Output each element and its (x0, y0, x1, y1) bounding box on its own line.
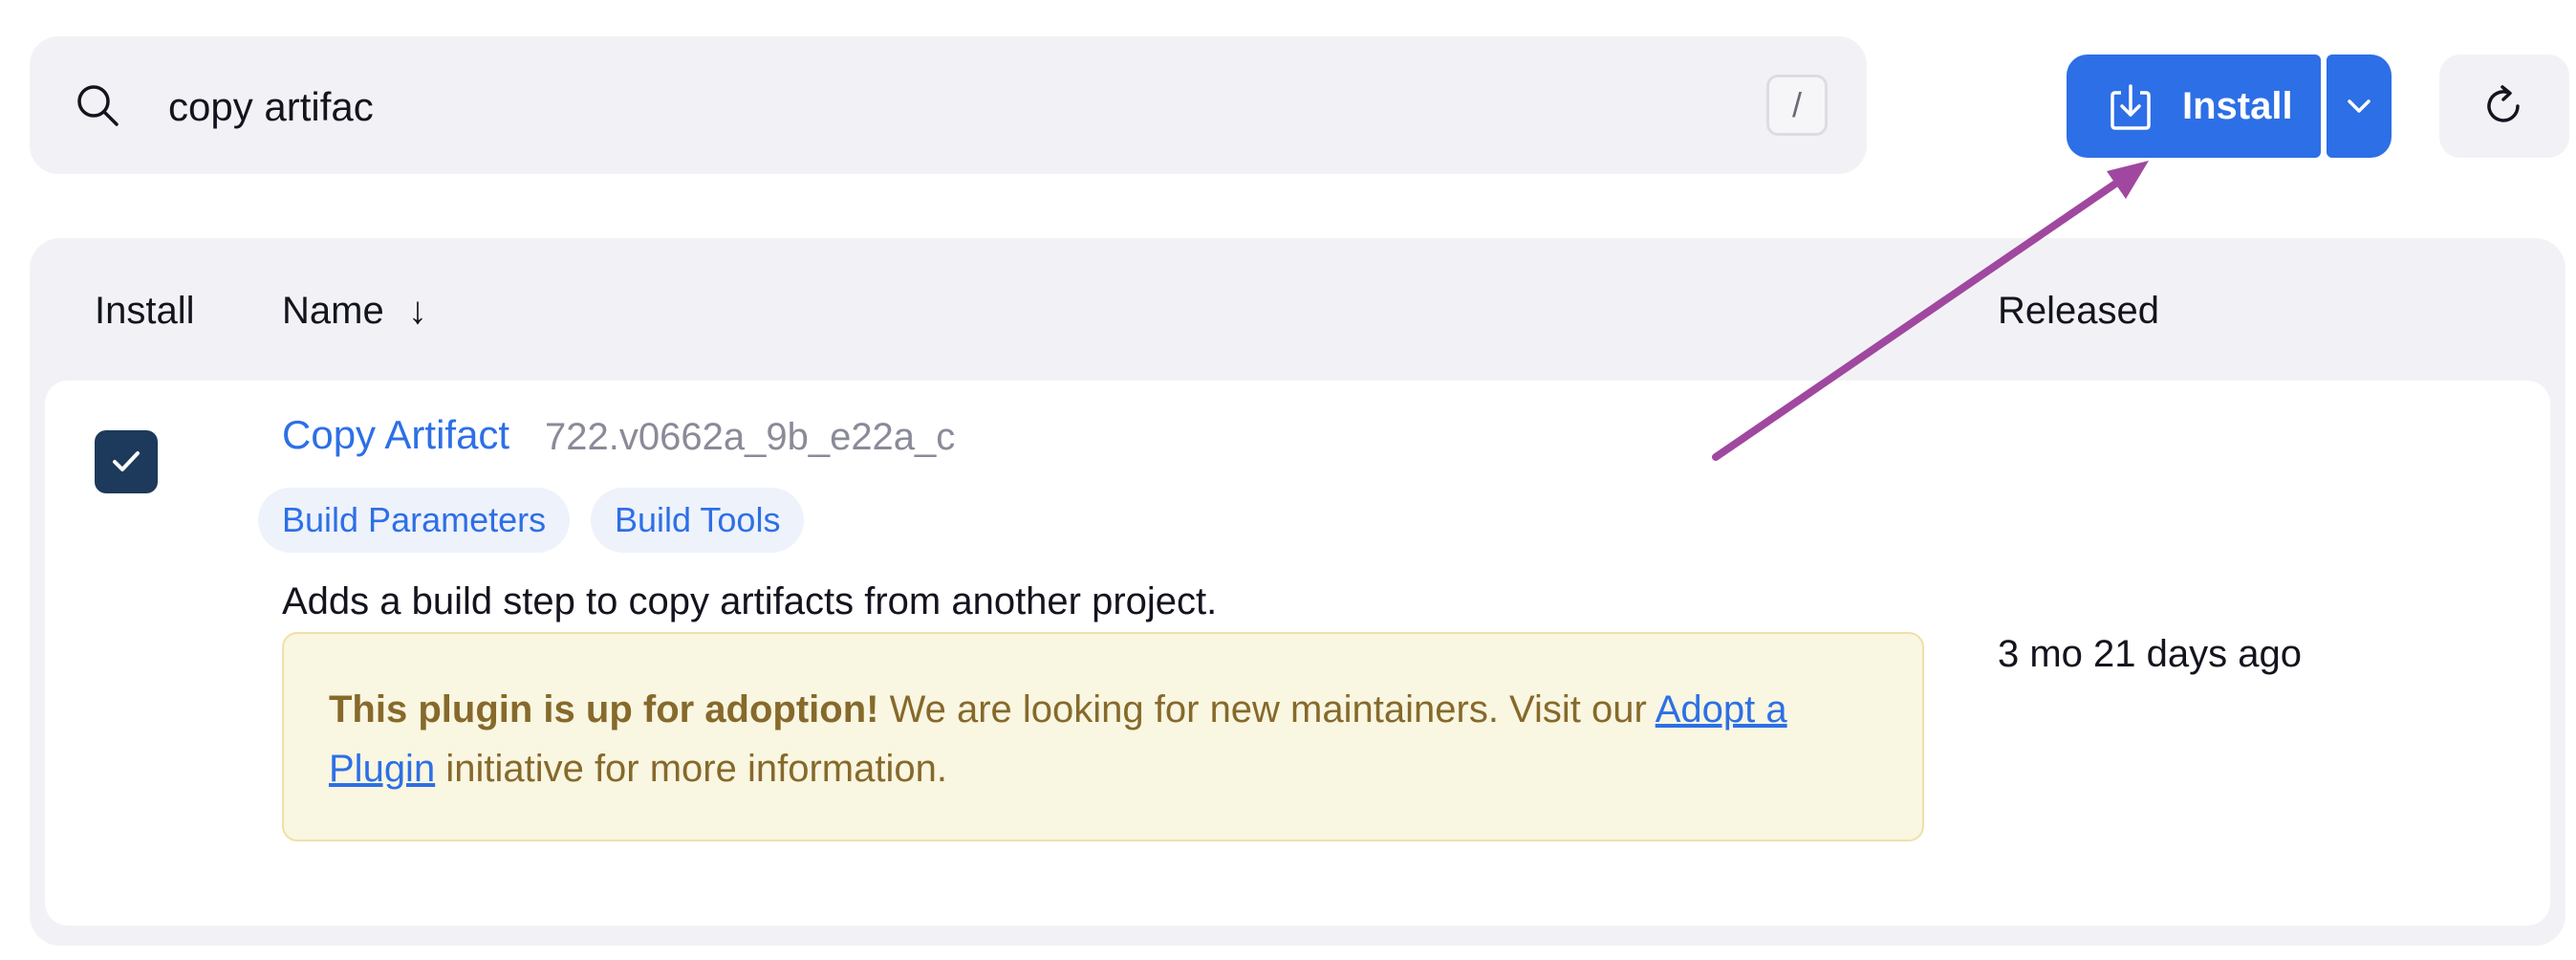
column-header-install: Install (95, 290, 195, 332)
plugin-description: Adds a build step to copy artifacts from… (282, 580, 1218, 622)
adoption-notice-heading: This plugin is up for adoption! (329, 688, 879, 731)
column-header-released: Released (1998, 290, 2160, 332)
download-icon (2111, 84, 2151, 130)
search-shortcut-key: / (1766, 75, 1828, 136)
plugin-manager-page: / Install Install Name ↓ Released Copy A… (0, 0, 2576, 960)
search-icon (77, 85, 119, 126)
adoption-notice-text: We are looking for new maintainers. Visi… (878, 688, 1656, 731)
install-button[interactable]: Install (2067, 55, 2321, 158)
adoption-notice-text-end: initiative for more information. (435, 748, 947, 790)
install-button-label: Install (2182, 85, 2293, 127)
install-checkbox[interactable] (95, 430, 158, 493)
column-header-name-label: Name (282, 290, 384, 332)
category-tag-build-tools[interactable]: Build Tools (591, 488, 805, 553)
refresh-icon (2487, 85, 2520, 122)
sort-descending-indicator: ↓ (407, 290, 427, 332)
plugin-name-link[interactable]: Copy Artifact (282, 408, 509, 462)
category-tag-build-parameters[interactable]: Build Parameters (258, 488, 571, 553)
plugin-version: 722.v0662a_9b_e22a_c (545, 416, 956, 458)
refresh-button[interactable] (2439, 55, 2569, 158)
released-date: 3 mo 21 days ago (1998, 633, 2302, 675)
search-input[interactable] (168, 67, 1745, 147)
column-header-name[interactable]: Name ↓ (282, 284, 427, 338)
adoption-notice: This plugin is up for adoption! We are l… (282, 632, 1924, 841)
install-options-dropdown-button[interactable] (2327, 55, 2392, 158)
chevron-down-icon (2348, 99, 2370, 113)
checkmark-icon (113, 451, 140, 471)
